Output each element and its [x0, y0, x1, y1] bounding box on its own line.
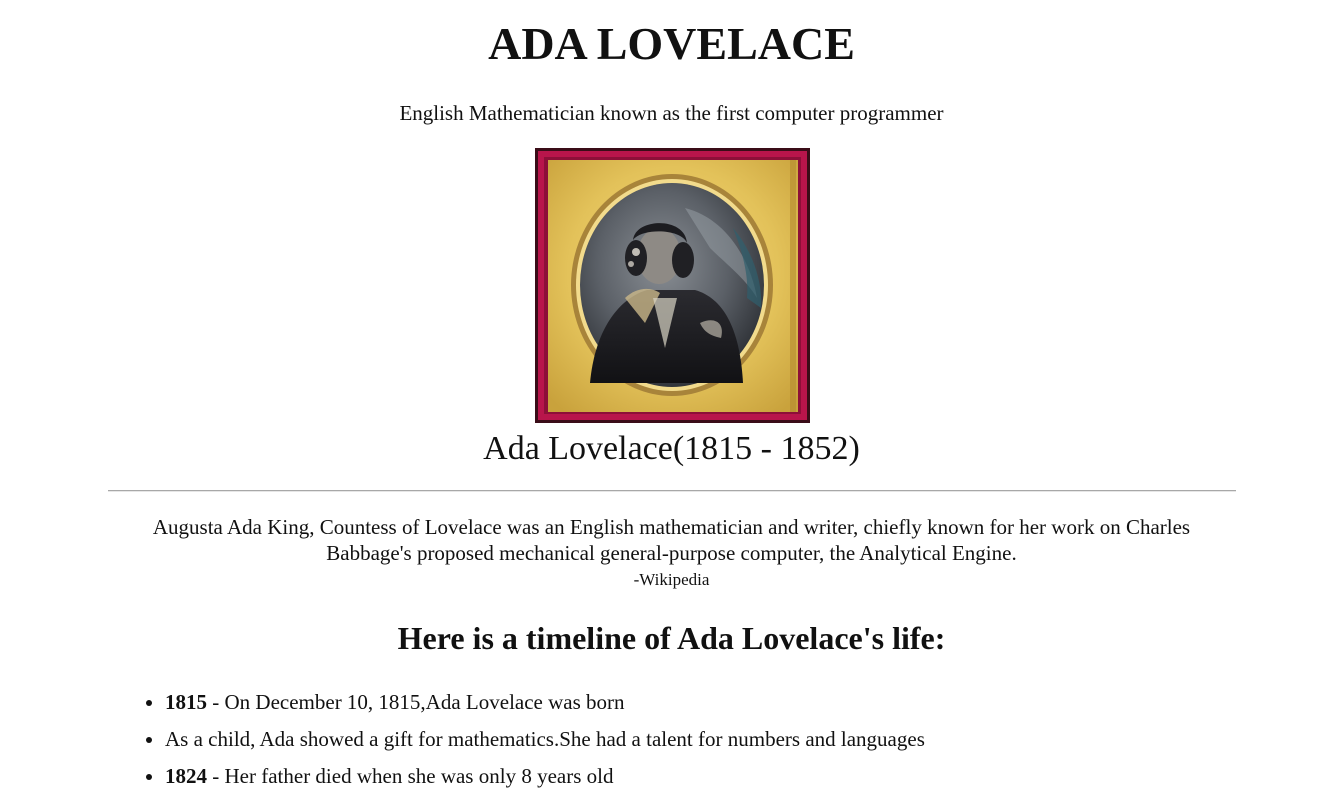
timeline-year: 1824: [165, 764, 207, 788]
wikipedia-quote: Augusta Ada King, Countess of Lovelace w…: [152, 515, 1191, 565]
timeline-text: - On December 10, 1815,Ada Lovelace was …: [207, 690, 625, 714]
section-divider: [108, 490, 1236, 492]
portrait-caption: Ada Lovelace(1815 - 1852): [483, 430, 860, 467]
timeline-year: 1815: [165, 690, 207, 714]
timeline-heading: Here is a timeline of Ada Lovelace's lif…: [397, 620, 946, 656]
page-title: ADA LOVELACE: [488, 18, 855, 69]
timeline-item-1824: 1824 - Her father died when she was only…: [165, 763, 925, 788]
quote-source: -Wikipedia: [633, 570, 710, 589]
timeline-list: 1815 - On December 10, 1815,Ada Lovelace…: [125, 689, 925, 788]
timeline-text: - Her father died when she was only 8 ye…: [207, 764, 614, 788]
timeline-text: As a child, Ada showed a gift for mathem…: [165, 727, 925, 751]
timeline-item-childhood: As a child, Ada showed a gift for mathem…: [165, 726, 925, 752]
page-subtitle: English Mathematician known as the first…: [399, 101, 944, 125]
ada-lovelace-portrait-image: [535, 148, 810, 423]
timeline-item-1815: 1815 - On December 10, 1815,Ada Lovelace…: [165, 689, 925, 715]
tribute-page: ADA LOVELACE English Mathematician known…: [0, 0, 1343, 788]
